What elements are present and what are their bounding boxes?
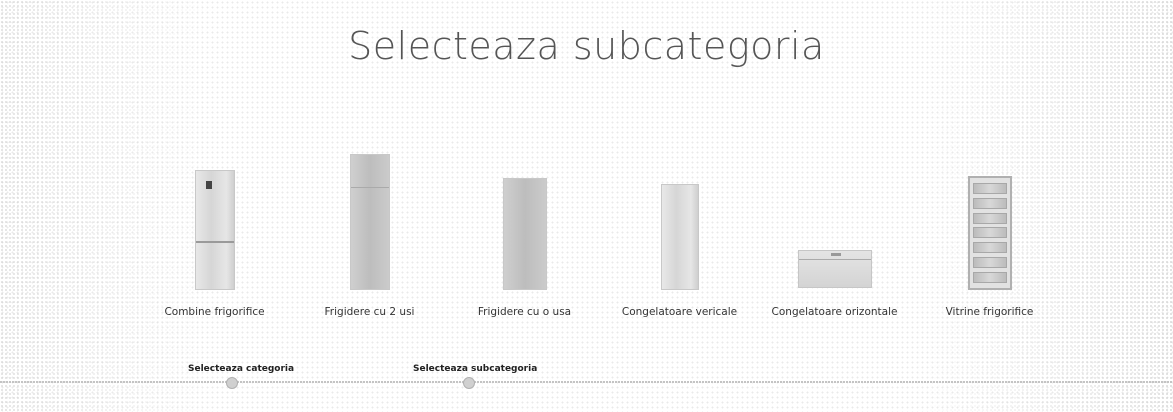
subcategory-grid: Combine frigorifice Frigidere cu 2 usi F… <box>137 150 1067 330</box>
subcategory-frigidere-o-usa[interactable]: Frigidere cu o usa <box>447 150 602 330</box>
subcategory-label: Vitrine frigorifice <box>945 306 1034 318</box>
subcategory-label: Combine frigorifice <box>164 306 265 318</box>
one-door-fridge-image <box>502 178 547 290</box>
display-fridge-image <box>967 176 1012 290</box>
chest-freezer-image <box>797 250 872 288</box>
combi-fridge-image <box>194 170 235 290</box>
step-marker-completed <box>226 377 238 389</box>
step-marker-current <box>463 377 475 389</box>
step-selecteaza-categoria[interactable]: Selecteaza categoria <box>188 364 294 374</box>
subcategory-congelatoare-orizontale[interactable]: Congelatoare orizontale <box>757 150 912 330</box>
stepper-line <box>0 381 1173 383</box>
step-selecteaza-subcategoria: Selecteaza subcategoria <box>413 364 538 374</box>
progress-stepper: Selecteaza categoria Selecteaza subcateg… <box>0 364 1173 389</box>
subcategory-vitrine-frigorifice[interactable]: Vitrine frigorifice <box>912 150 1067 330</box>
page-title: Selecteaza subcategoria <box>348 24 825 68</box>
subcategory-frigidere-2-usi[interactable]: Frigidere cu 2 usi <box>292 150 447 330</box>
two-door-fridge-image <box>349 154 390 290</box>
subcategory-label: Frigidere cu o usa <box>477 306 572 318</box>
subcategory-label: Congelatoare orizontale <box>771 306 898 318</box>
upright-freezer-image <box>660 184 699 290</box>
subcategory-congelatoare-verticale[interactable]: Congelatoare vericale <box>602 150 757 330</box>
subcategory-label: Frigidere cu 2 usi <box>324 306 415 318</box>
subcategory-combine-frigorifice[interactable]: Combine frigorifice <box>137 150 292 330</box>
subcategory-label: Congelatoare vericale <box>621 306 738 318</box>
